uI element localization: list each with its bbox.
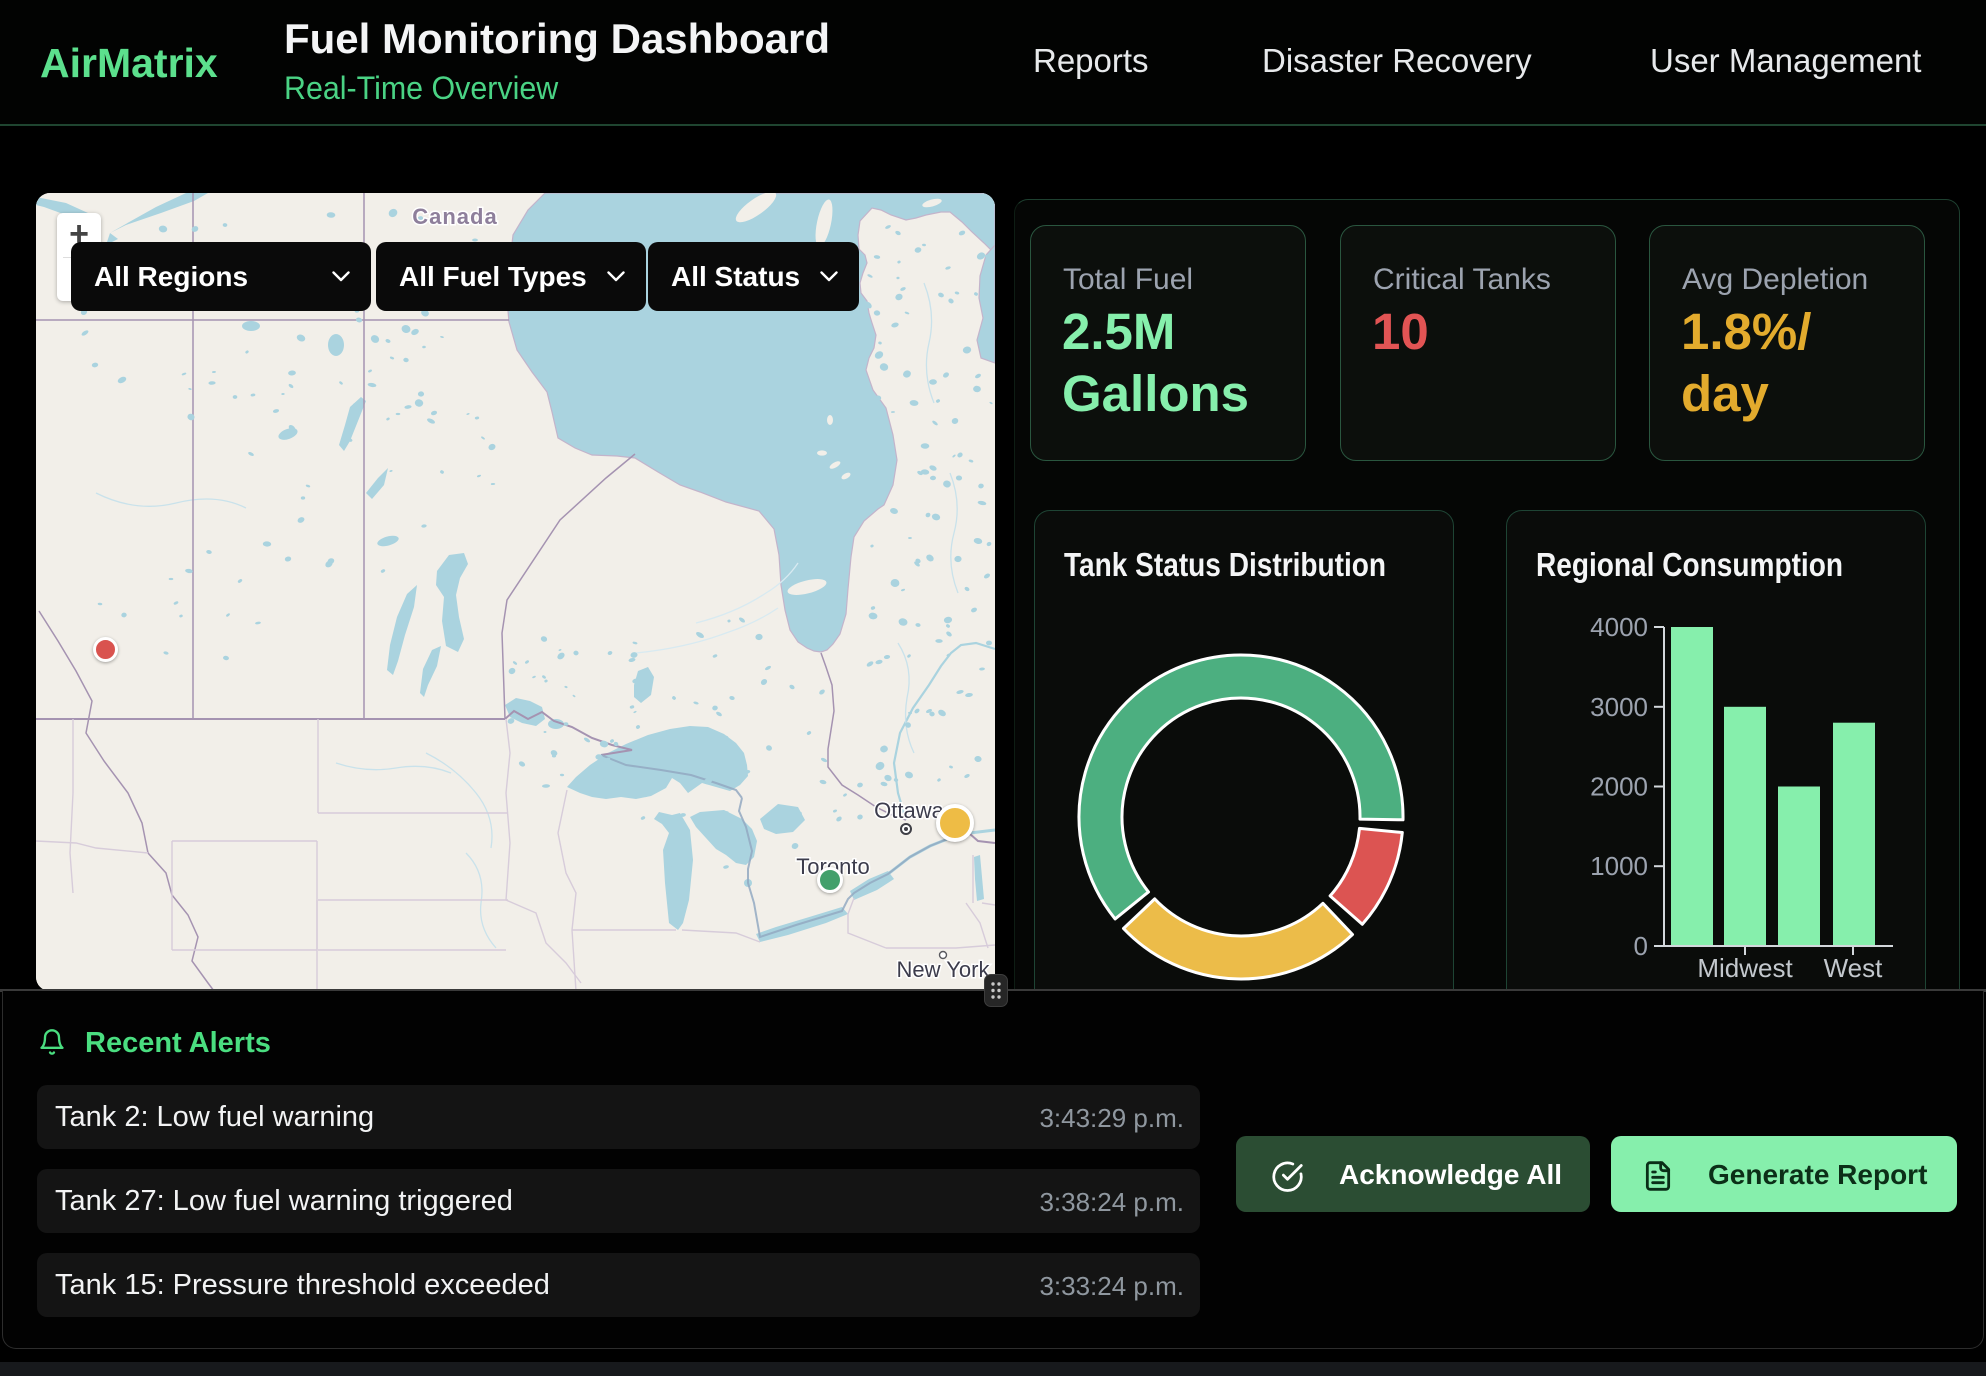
svg-text:Ottawa: Ottawa: [874, 798, 944, 823]
svg-text:1000: 1000: [1590, 851, 1648, 881]
svg-text:Midwest: Midwest: [1697, 953, 1793, 983]
svg-text:West: West: [1824, 953, 1884, 983]
svg-text:Canada: Canada: [412, 204, 497, 229]
svg-text:0: 0: [1634, 931, 1648, 961]
svg-text:2000: 2000: [1590, 772, 1648, 802]
svg-text:4000: 4000: [1590, 612, 1648, 642]
svg-text:New York: New York: [897, 957, 991, 982]
svg-text:3000: 3000: [1590, 692, 1648, 722]
